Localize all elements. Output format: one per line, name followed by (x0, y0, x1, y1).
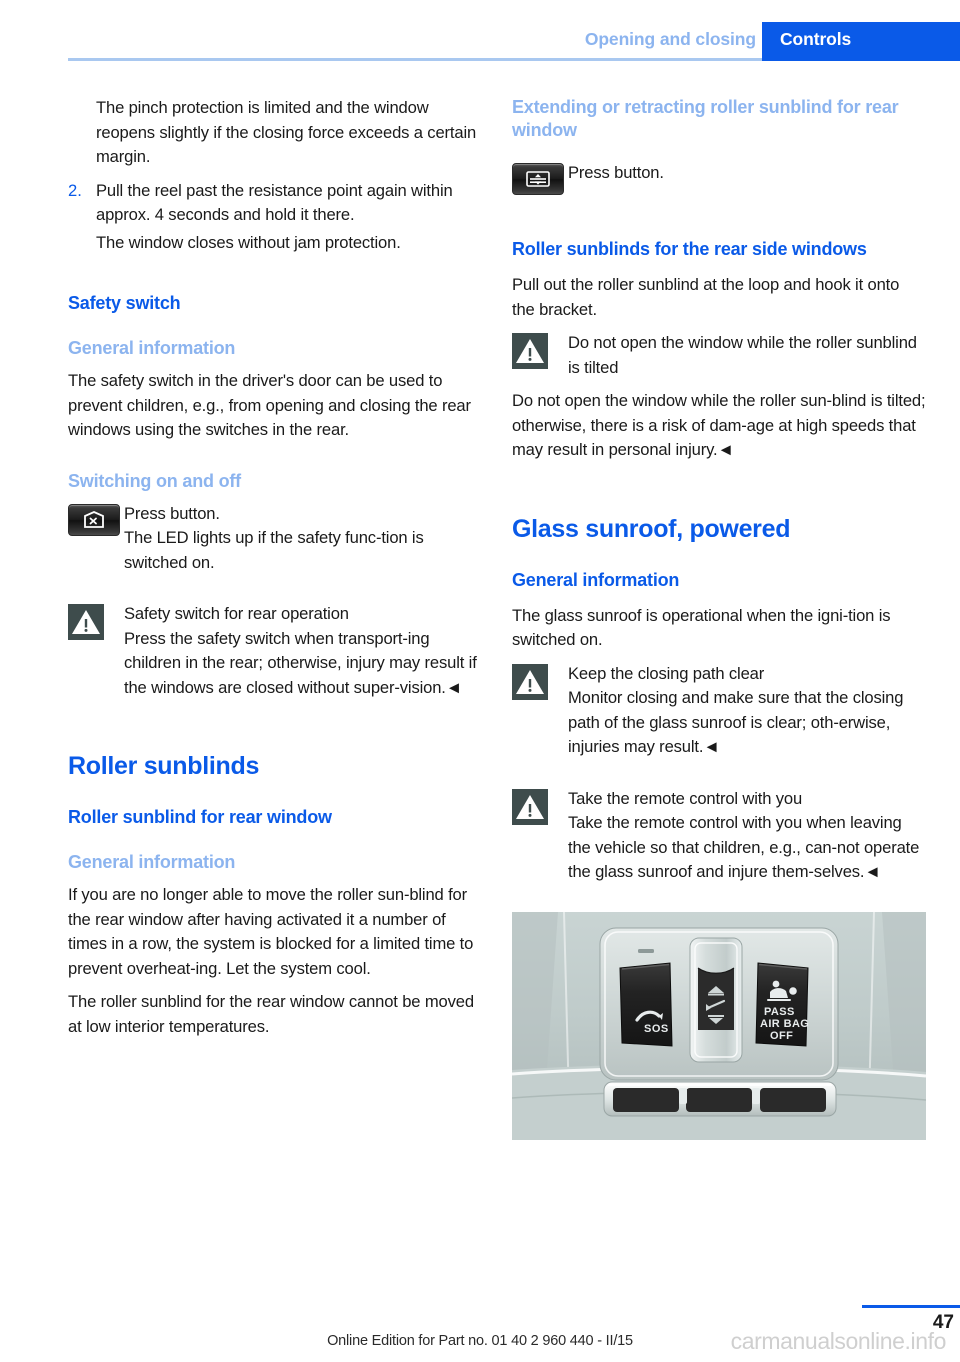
left-column: The pinch protection is limited and the … (68, 96, 482, 1048)
warning-block-safety-switch-rear: Safety switch for rear operation Press t… (68, 602, 482, 700)
press-button-block-safety-switch: Press button. The LED lights up if the s… (68, 502, 482, 576)
paragraph-pinch-protection: The pinch protection is limited and the … (96, 98, 477, 166)
heading-general-information-2: General information (68, 852, 236, 872)
header-section-badge: Controls (762, 22, 960, 61)
warning-block-remote-control: Take the remote control with you Take th… (512, 787, 926, 885)
heading-safety-switch: Safety switch (68, 293, 181, 313)
roller-sunblind-button-icon (512, 163, 564, 195)
paragraph-sunroof-operational: The glass sunroof is operational when th… (512, 605, 891, 650)
header-section-label: Controls (780, 29, 852, 49)
warning-title: Keep the closing path clear (568, 663, 765, 683)
heading-general-information-sunroof: General information (512, 569, 680, 590)
warning-title: Take the remote control with you (568, 788, 803, 808)
paragraph-warning-tilted-body: Do not open the window while the roller … (512, 391, 926, 459)
led-indicator-text: The LED lights up if the safety func-tio… (124, 528, 424, 572)
heading-general-information: General information (68, 338, 236, 358)
icon-slot (68, 604, 104, 640)
press-button-label: Press button. (568, 163, 664, 182)
list-item: 2. Pull the reel past the resistance poi… (68, 179, 482, 228)
icon-slot (68, 503, 120, 536)
warning-triangle-icon (512, 333, 548, 369)
warning-triangle-icon (512, 663, 548, 700)
site-watermark: carmanualsonline.info (730, 1328, 947, 1354)
page-header: Opening and closing Controls (0, 0, 960, 62)
list-item-number: 2. (68, 180, 82, 200)
svg-text:OFF: OFF (770, 1030, 793, 1042)
paragraph-pull-out-sunblind: Pull out the roller sunblind at the loop… (512, 275, 900, 319)
warning-title: Safety switch for rear operation (124, 604, 349, 623)
svg-text:SOS: SOS (644, 1023, 669, 1035)
icon-slot (512, 788, 548, 825)
heading-extending-retracting-sunblind: Extending or retracting roller sunblind … (512, 97, 899, 140)
icon-slot (512, 663, 548, 700)
heading-roller-sunblinds: Roller sunblinds (68, 752, 260, 780)
right-column: Extending or retracting roller sunblind … (512, 96, 926, 1140)
warning-body: Take the remote control with you when le… (568, 813, 920, 881)
list-item-text: Pull the reel past the resistance point … (96, 180, 453, 225)
warning-triangle-icon (68, 604, 104, 640)
paragraph-safety-switch-description: The safety switch in the driver's door c… (68, 371, 471, 439)
heading-switching-on-and-off: Switching on and off (68, 470, 241, 491)
overhead-console-photo: SOS PASS AIR BAG OFF (512, 911, 926, 1140)
svg-text:PASS: PASS (764, 1006, 795, 1018)
svg-text:AIR BAG: AIR BAG (760, 1018, 809, 1030)
press-button-block-sunblind: Press button. (512, 161, 926, 201)
warning-block-sunblind-tilted: Do not open the window while the roller … (512, 331, 926, 380)
warning-title: Do not open the window while the roller … (568, 333, 917, 377)
warning-block-closing-path: Keep the closing path clear Monitor clos… (512, 662, 926, 760)
heading-glass-sunroof-powered: Glass sunroof, powered (512, 514, 791, 543)
header-divider-rule (68, 58, 762, 61)
icon-slot (512, 333, 548, 369)
warning-body: Press the safety switch when transport-i… (124, 628, 477, 697)
header-chapter-title: Opening and closing (584, 29, 756, 49)
press-button-label: Press button. (124, 503, 220, 523)
heading-rear-side-windows: Roller sunblinds for the rear side windo… (512, 239, 867, 259)
warning-triangle-icon (512, 788, 548, 825)
icon-slot (512, 163, 564, 195)
warning-body: Monitor closing and make sure that the c… (568, 688, 904, 756)
paragraph-window-closes: The window closes without jam protection… (96, 232, 401, 252)
paragraph-low-temperature: The roller sunblind for the rear window … (68, 992, 474, 1036)
footer-rule (862, 1305, 960, 1308)
safety-switch-button-icon (68, 503, 120, 536)
heading-roller-sunblind-rear-window: Roller sunblind for rear window (68, 807, 332, 827)
paragraph-overheat-protection: If you are no longer able to move the ro… (68, 885, 474, 978)
